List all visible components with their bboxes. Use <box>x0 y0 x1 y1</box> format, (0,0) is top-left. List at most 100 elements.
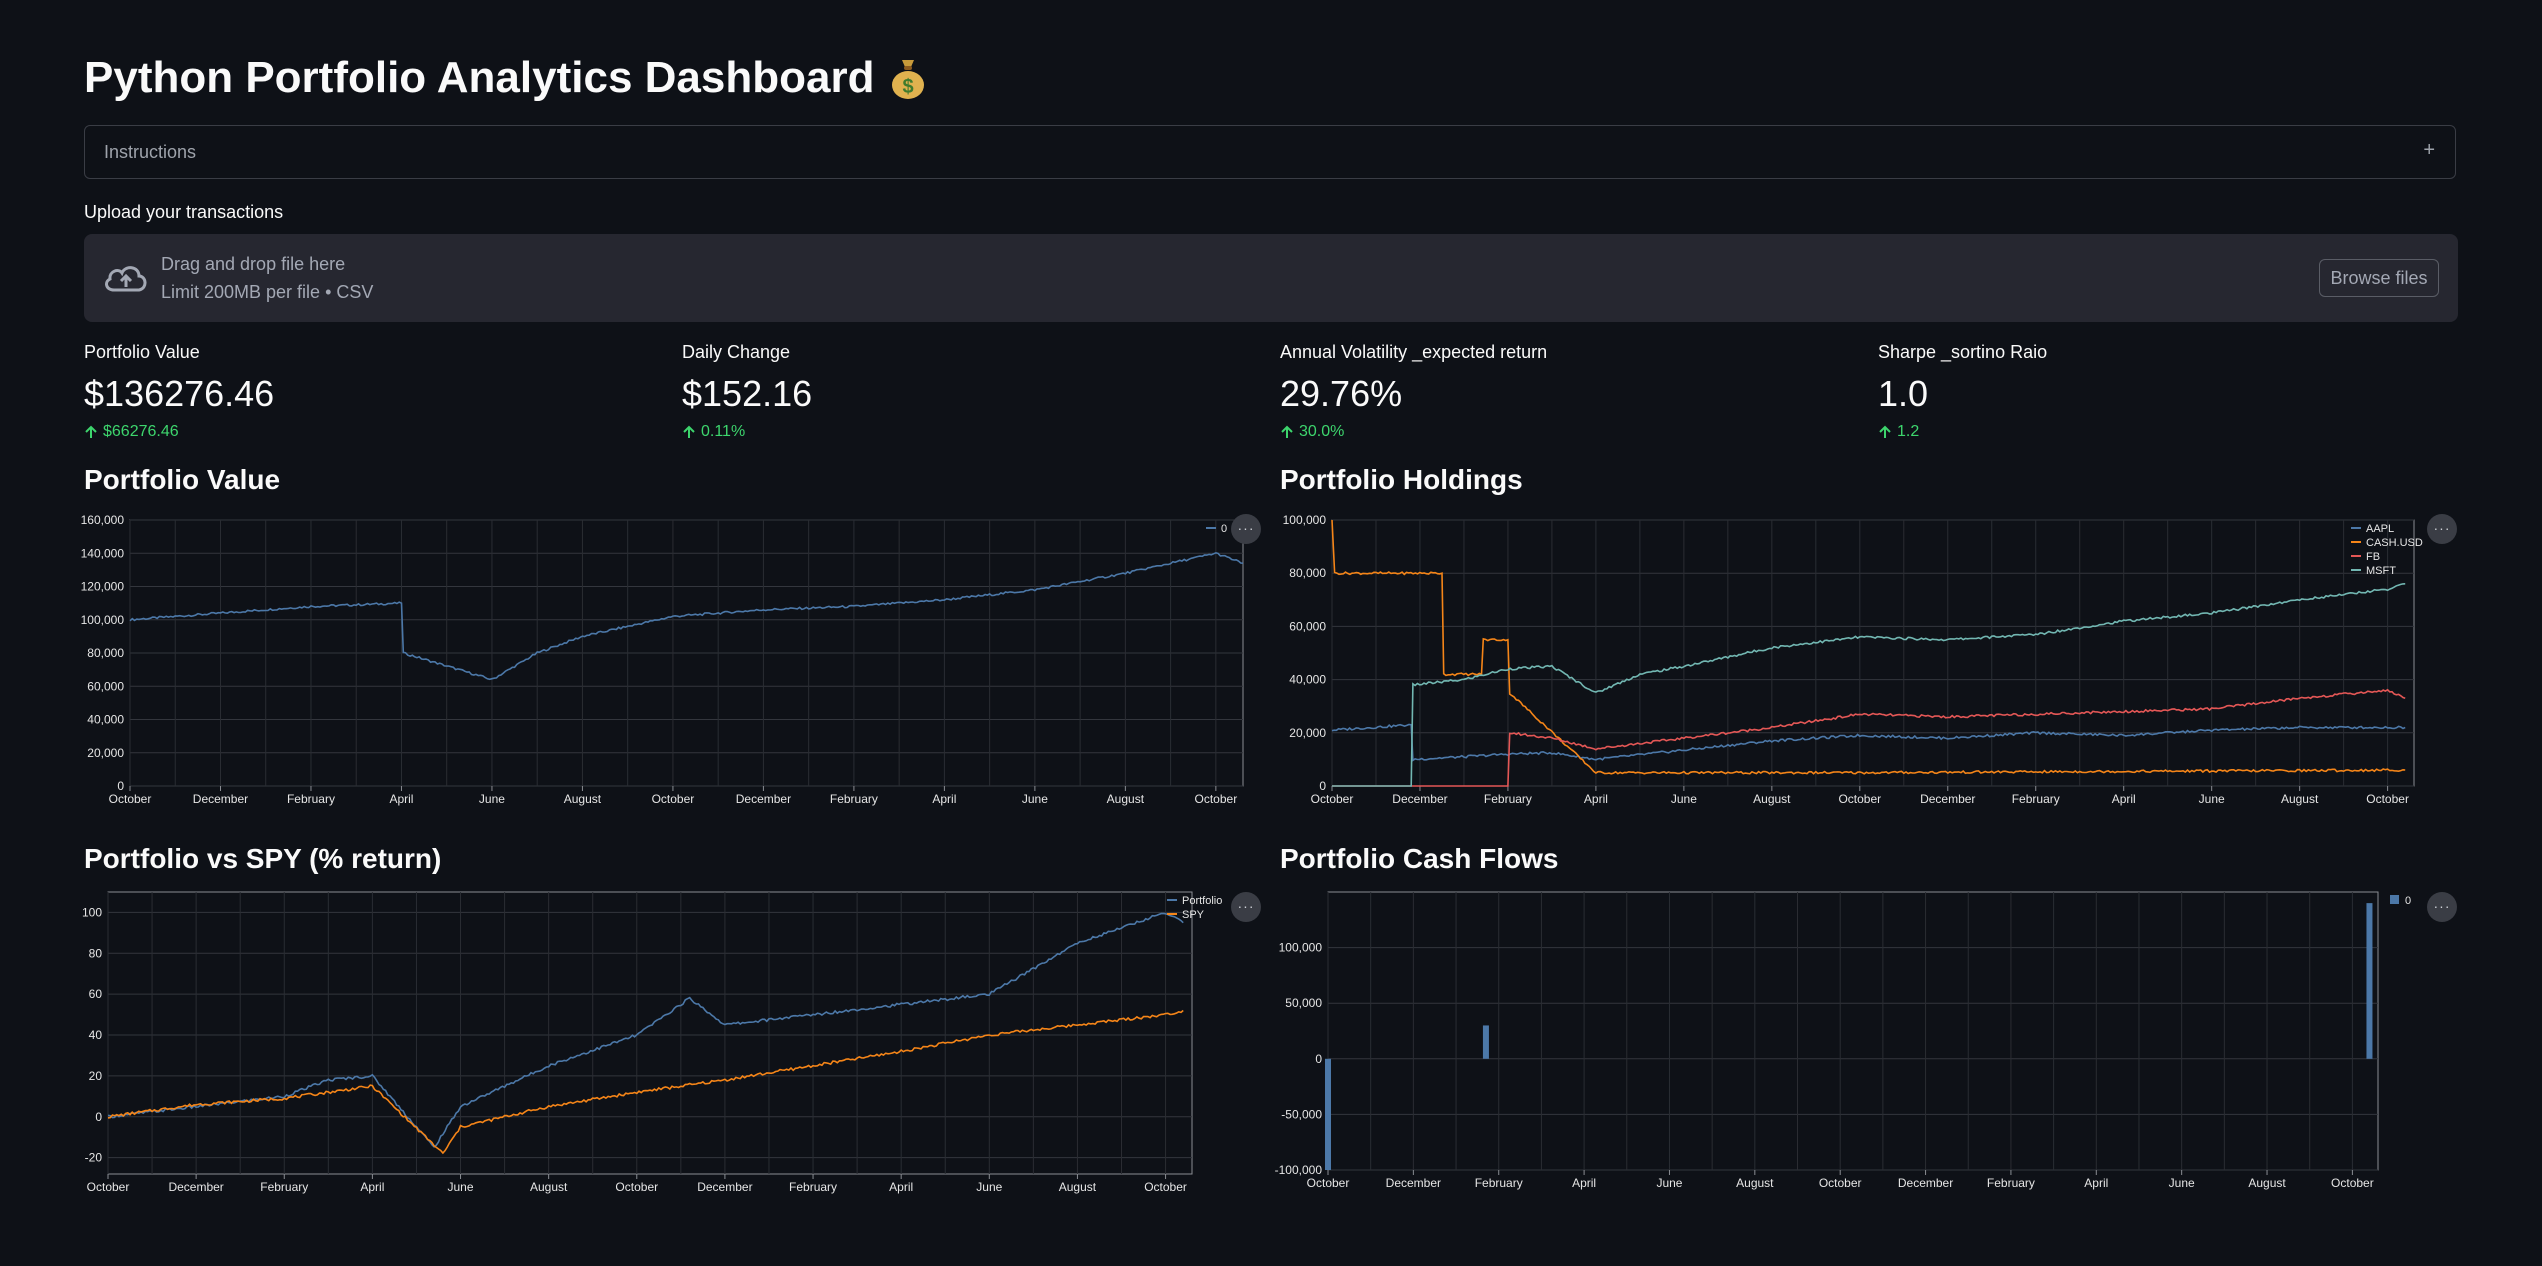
metric-value: $152.16 <box>682 373 813 414</box>
x-tick-label: October <box>1307 1176 1350 1190</box>
section-title-portfolio-vs-spy: Portfolio vs SPY (% return) <box>84 843 442 874</box>
y-tick-label: 0 <box>117 779 124 793</box>
y-tick-label: 0 <box>1319 779 1326 793</box>
y-tick-label: -100,000 <box>1275 1163 1323 1177</box>
dropzone-instruction: Drag and drop file here <box>161 254 346 274</box>
x-tick-label: June <box>2169 1176 2195 1190</box>
chart-actions-menu-button[interactable]: ··· <box>2427 514 2457 544</box>
chart-actions-menu-button[interactable]: ··· <box>2427 892 2457 922</box>
y-tick-label: 40,000 <box>1289 673 1326 687</box>
section-title-portfolio-cash-flows: Portfolio Cash Flows <box>1280 843 1559 874</box>
money-bag-icon: $ <box>892 60 925 100</box>
y-tick-label: 40,000 <box>87 713 124 727</box>
x-tick-label: August <box>530 1180 568 1194</box>
x-tick-label: December <box>736 792 791 806</box>
y-tick-label: 140,000 <box>81 546 125 560</box>
portfolio-value-chart: 0 20,000 40,000 60,000 80,000 100,000 120,000 1… <box>81 513 1244 806</box>
chart-plot-area: 0 20,000 40,000 60,000 80,000 100,000 120,000 1… <box>81 513 1244 806</box>
y-tick-label: 0 <box>95 1110 102 1124</box>
legend-label: Portfolio <box>1182 895 1222 907</box>
x-tick-label: October <box>615 1180 658 1194</box>
x-tick-label: February <box>1484 792 1532 806</box>
x-tick-label: June <box>448 1180 474 1194</box>
section-title-portfolio-holdings: Portfolio Holdings <box>1280 464 1523 495</box>
expander-label: Instructions <box>104 142 197 162</box>
metric-label: Sharpe _sortino Raio <box>1878 342 2048 362</box>
x-tick-label: December <box>1898 1176 1953 1190</box>
metric-portfolio-value: Portfolio Value $136276.46 $66276.46 <box>84 342 644 441</box>
x-tick-label: February <box>830 792 878 806</box>
x-tick-label: October <box>1144 1180 1187 1194</box>
x-tick-label: December <box>697 1180 752 1194</box>
metric-sharpe-sortino: Sharpe _sortino Raio 1.0 1.2 <box>1878 342 2438 441</box>
y-tick-label: -20 <box>85 1151 103 1165</box>
legend-label: SPY <box>1182 909 1205 921</box>
portfolio-vs-spy-chart: -20 0 20 40 60 80 100 October December February Ap… <box>82 891 1222 1194</box>
y-tick-label: 100,000 <box>1283 513 1327 527</box>
x-tick-label: October <box>1838 792 1881 806</box>
x-tick-label: February <box>2012 792 2060 806</box>
cash-flow-bar <box>1325 1058 1331 1170</box>
metric-delta: 0.11% <box>682 423 1242 441</box>
arrow-up-icon <box>1281 425 1293 438</box>
file-dropzone[interactable]: Drag and drop file here Limit 200MB per … <box>84 234 2458 322</box>
x-tick-label: December <box>1392 792 1447 806</box>
x-tick-label: April <box>2084 1176 2108 1190</box>
x-tick-label: October <box>1819 1176 1862 1190</box>
arrow-up-icon <box>85 425 97 438</box>
x-tick-label: April <box>932 792 956 806</box>
x-tick-label: October <box>87 1180 130 1194</box>
chart-plot-area: -20 0 20 40 60 80 100 October December February Ap… <box>82 891 1222 1194</box>
y-tick-label: 100,000 <box>81 613 125 627</box>
metric-label: Daily Change <box>682 342 791 362</box>
arrow-up-icon <box>683 425 695 438</box>
x-tick-label: October <box>2366 792 2409 806</box>
y-tick-label: 100,000 <box>1279 941 1323 955</box>
x-tick-label: April <box>889 1180 913 1194</box>
y-tick-label: 20,000 <box>1289 726 1326 740</box>
y-tick-label: 20,000 <box>87 746 124 760</box>
metric-delta: 1.2 <box>1878 423 2438 441</box>
x-tick-label: December <box>1386 1176 1441 1190</box>
metric-value: 1.0 <box>1878 373 1929 414</box>
x-tick-label: August <box>2281 792 2319 806</box>
chart-actions-menu-button[interactable]: ··· <box>1231 892 1261 922</box>
y-tick-label: 160,000 <box>81 513 125 527</box>
x-tick-label: December <box>193 792 248 806</box>
page-title: Python Portfolio Analytics Dashboard $ <box>84 52 928 105</box>
browse-files-button[interactable]: Browse files <box>2319 259 2439 297</box>
legend-label: MSFT <box>2366 565 2396 577</box>
x-tick-label: February <box>1475 1176 1523 1190</box>
x-tick-label: April <box>2112 792 2136 806</box>
x-tick-label: August <box>1736 1176 1774 1190</box>
x-tick-label: October <box>1195 792 1238 806</box>
metric-delta-text: 1.2 <box>1897 423 1920 440</box>
portfolio-holdings-chart: 0 20,000 40,000 60,000 80,000 100,000 October D… <box>1283 513 2423 806</box>
y-tick-label: 40 <box>89 1028 103 1042</box>
y-tick-label: 60,000 <box>1289 619 1326 633</box>
y-tick-label: 100 <box>82 905 102 919</box>
instructions-expander[interactable]: Instructions + <box>84 125 2456 179</box>
x-tick-label: August <box>1107 792 1145 806</box>
chart-frame <box>107 891 1193 1175</box>
metric-delta-text: 0.11% <box>701 423 746 440</box>
metric-value: 29.76% <box>1280 373 1403 414</box>
x-tick-label: August <box>564 792 602 806</box>
cash-flow-bar <box>1482 1025 1489 1059</box>
metric-delta: 30.0% <box>1280 423 1840 441</box>
page-title-text: Python Portfolio Analytics Dashboard <box>84 53 875 102</box>
y-tick-label: 60,000 <box>87 679 124 693</box>
x-tick-label: December <box>168 1180 223 1194</box>
legend-label: FB <box>2366 551 2380 563</box>
chart-frame <box>1331 519 2415 787</box>
chart-actions-menu-button[interactable]: ··· <box>1231 514 1261 544</box>
dropzone-limit: Limit 200MB per file • CSV <box>161 282 374 302</box>
metric-delta-text: $66276.46 <box>103 423 179 440</box>
x-tick-label: June <box>1656 1176 1682 1190</box>
x-tick-label: April <box>1584 792 1608 806</box>
cash-flow-bar <box>2366 903 2373 1059</box>
portfolio-cash-flows-chart: -100,000 -50,000 0 50,000 100,000 October Dece… <box>1275 891 2411 1190</box>
section-title-portfolio-value: Portfolio Value <box>84 464 281 495</box>
x-tick-label: June <box>976 1180 1002 1194</box>
x-tick-label: June <box>1671 792 1697 806</box>
